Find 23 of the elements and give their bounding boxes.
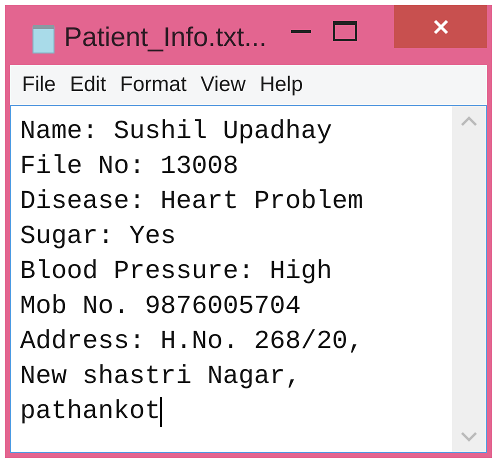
text-area[interactable]: Name: Sushil Upadhay File No: 13008 Disease: Heart Problem Sugar: Yes Blood Pressure: High Mob No. 9876005704 Address: H.No. 268/20, New shastri Nagar, pathankot	[10, 105, 487, 453]
menu-item[interactable]: File	[16, 69, 62, 101]
notepad-icon	[30, 24, 56, 54]
text-line: pathankot	[20, 395, 160, 428]
menu-item[interactable]: Edit	[64, 69, 112, 101]
close-button[interactable]	[394, 5, 487, 48]
scroll-down-icon[interactable]	[461, 432, 477, 442]
text-line: Sugar: Yes	[20, 220, 176, 253]
window-title: Patient_Info.txt...	[64, 21, 267, 54]
text-line: Name: Sushil Upadhay	[20, 115, 332, 148]
text-cursor	[160, 396, 162, 426]
text-line: Mob No. 9876005704	[20, 290, 301, 323]
close-icon	[432, 18, 448, 34]
menu-item[interactable]: Format	[114, 69, 193, 101]
vertical-scrollbar[interactable]	[452, 106, 486, 452]
menu-item[interactable]: View	[194, 69, 252, 101]
text-line: New shastri Nagar,	[20, 360, 301, 393]
menu-item[interactable]: Help	[254, 69, 309, 101]
text-line: Blood Pressure: High	[20, 255, 332, 288]
text-line: Address: H.No. 268/20,	[20, 325, 364, 358]
text-line: Disease: Heart Problem	[20, 185, 364, 218]
scroll-up-icon[interactable]	[461, 116, 477, 126]
text-line: File No: 13008	[20, 150, 238, 183]
